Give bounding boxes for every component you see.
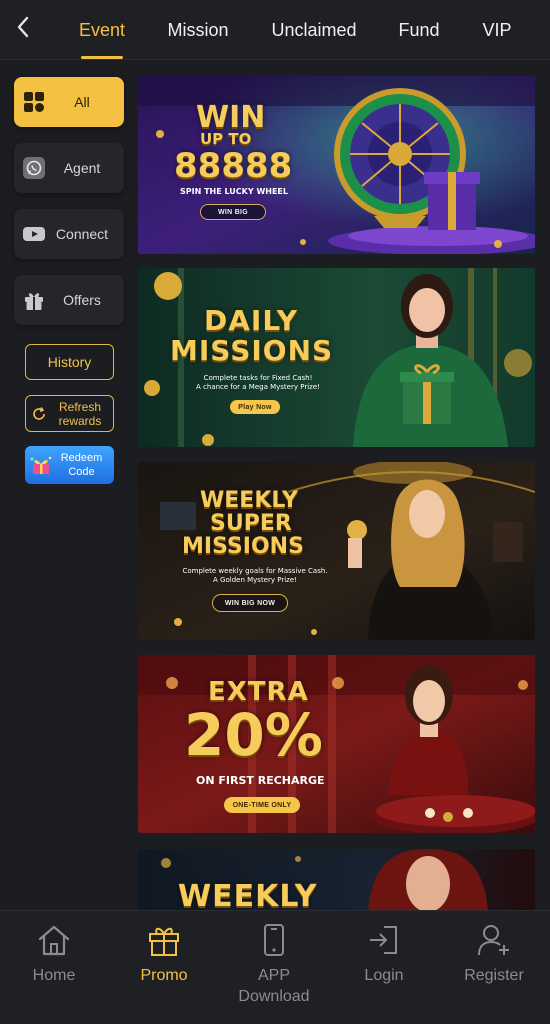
sidebar-item-connect[interactable]: Connect — [14, 209, 124, 259]
phone-icon — [255, 921, 293, 959]
redeem-code-button[interactable]: Redeem Code — [25, 446, 114, 484]
tab-event[interactable]: Event — [72, 0, 132, 60]
win-big-button[interactable]: WIN BIG — [200, 204, 266, 220]
sidebar-item-label: Agent — [63, 160, 101, 176]
home-icon — [35, 921, 73, 959]
nav-register[interactable]: Register — [444, 911, 544, 1024]
sidebar-item-label: All — [74, 94, 90, 110]
sidebar-item-label: Offers — [63, 292, 101, 308]
redeem-code-label: Redeem Code — [60, 452, 103, 478]
one-time-only-button[interactable]: ONE-TIME ONLY — [224, 797, 300, 813]
active-tab-indicator — [81, 56, 123, 59]
nav-label: Home — [32, 967, 76, 984]
banner-title: WEEKLY — [178, 879, 318, 910]
banner-extra-20[interactable]: EXTRA 20% ON FIRST RECHARGE ONE-TIME ONL… — [138, 655, 535, 833]
tab-unclaimed[interactable]: Unclaimed — [266, 0, 362, 60]
sidebar-item-all[interactable]: All — [14, 77, 124, 127]
win-big-now-button[interactable]: WIN BIG NOW — [212, 594, 288, 612]
refresh-rewards-label: Refresh rewards — [58, 399, 102, 428]
sidebar-item-offers[interactable]: Offers — [14, 275, 124, 325]
add-user-icon — [475, 921, 513, 959]
nav-promo[interactable]: Promo — [114, 911, 214, 1024]
tab-fund[interactable]: Fund — [392, 0, 446, 60]
history-button[interactable]: History — [25, 344, 114, 380]
nav-label: Promo — [140, 967, 188, 984]
nav-label: Register — [464, 967, 524, 984]
banner-lucky-wheel[interactable]: WIN UP TO 88888 SPIN THE LUCKY WHEEL WIN… — [138, 76, 535, 254]
banner-description: Complete weekly goals for Massive Cash. A… — [182, 567, 328, 584]
nav-label: APP Download — [238, 967, 310, 1005]
youtube-icon — [22, 222, 46, 246]
banner-amount: 88888 — [174, 146, 293, 186]
grid-icon — [22, 90, 46, 114]
back-button[interactable] — [10, 12, 36, 42]
login-icon — [365, 921, 403, 959]
banner-description: Complete tasks for Fixed Cash! A chance f… — [196, 374, 320, 391]
history-label: History — [47, 354, 92, 370]
banner-weekly-super-missions[interactable]: WEEKLY SUPER MISSIONS Complete weekly go… — [138, 462, 535, 640]
chevron-left-icon — [17, 16, 29, 38]
nav-login[interactable]: Login — [334, 911, 434, 1024]
banner-caption: SPIN THE LUCKY WHEEL — [180, 187, 288, 196]
nav-home[interactable]: Home — [4, 911, 104, 1024]
sidebar-item-agent[interactable]: Agent — [14, 143, 124, 193]
gift-box-icon — [145, 921, 183, 959]
banner-title-2: MISSIONS — [170, 334, 334, 367]
banner-caption: ON FIRST RECHARGE — [196, 774, 325, 787]
banner-title: DAILY — [204, 304, 299, 337]
redeem-gift-icon — [29, 454, 53, 476]
play-now-button[interactable]: Play Now — [230, 400, 280, 414]
banner-weekly[interactable]: WEEKLY — [138, 849, 535, 910]
gift-icon — [22, 288, 46, 312]
tab-vip[interactable]: VIP — [476, 0, 518, 60]
top-bar: Event Mission Unclaimed Fund VIP — [0, 0, 550, 60]
refresh-rewards-button[interactable]: Refresh rewards — [25, 395, 114, 432]
banner-title: WEEKLY — [200, 488, 298, 513]
bottom-navigation: Home Promo APP Download Login Register — [0, 910, 550, 1024]
sidebar-item-label: Connect — [55, 226, 109, 242]
nav-app-download[interactable]: APP Download — [224, 911, 324, 1024]
tab-mission[interactable]: Mission — [160, 0, 236, 60]
whatsapp-icon — [22, 156, 46, 180]
nav-label: Login — [364, 967, 404, 984]
banner-daily-missions[interactable]: DAILY MISSIONS Complete tasks for Fixed … — [138, 268, 535, 447]
banner-title-3: MISSIONS — [182, 534, 304, 559]
banner-percent: 20% — [184, 701, 323, 769]
refresh-icon — [31, 406, 47, 422]
banner-title-2: SUPER — [210, 511, 292, 536]
